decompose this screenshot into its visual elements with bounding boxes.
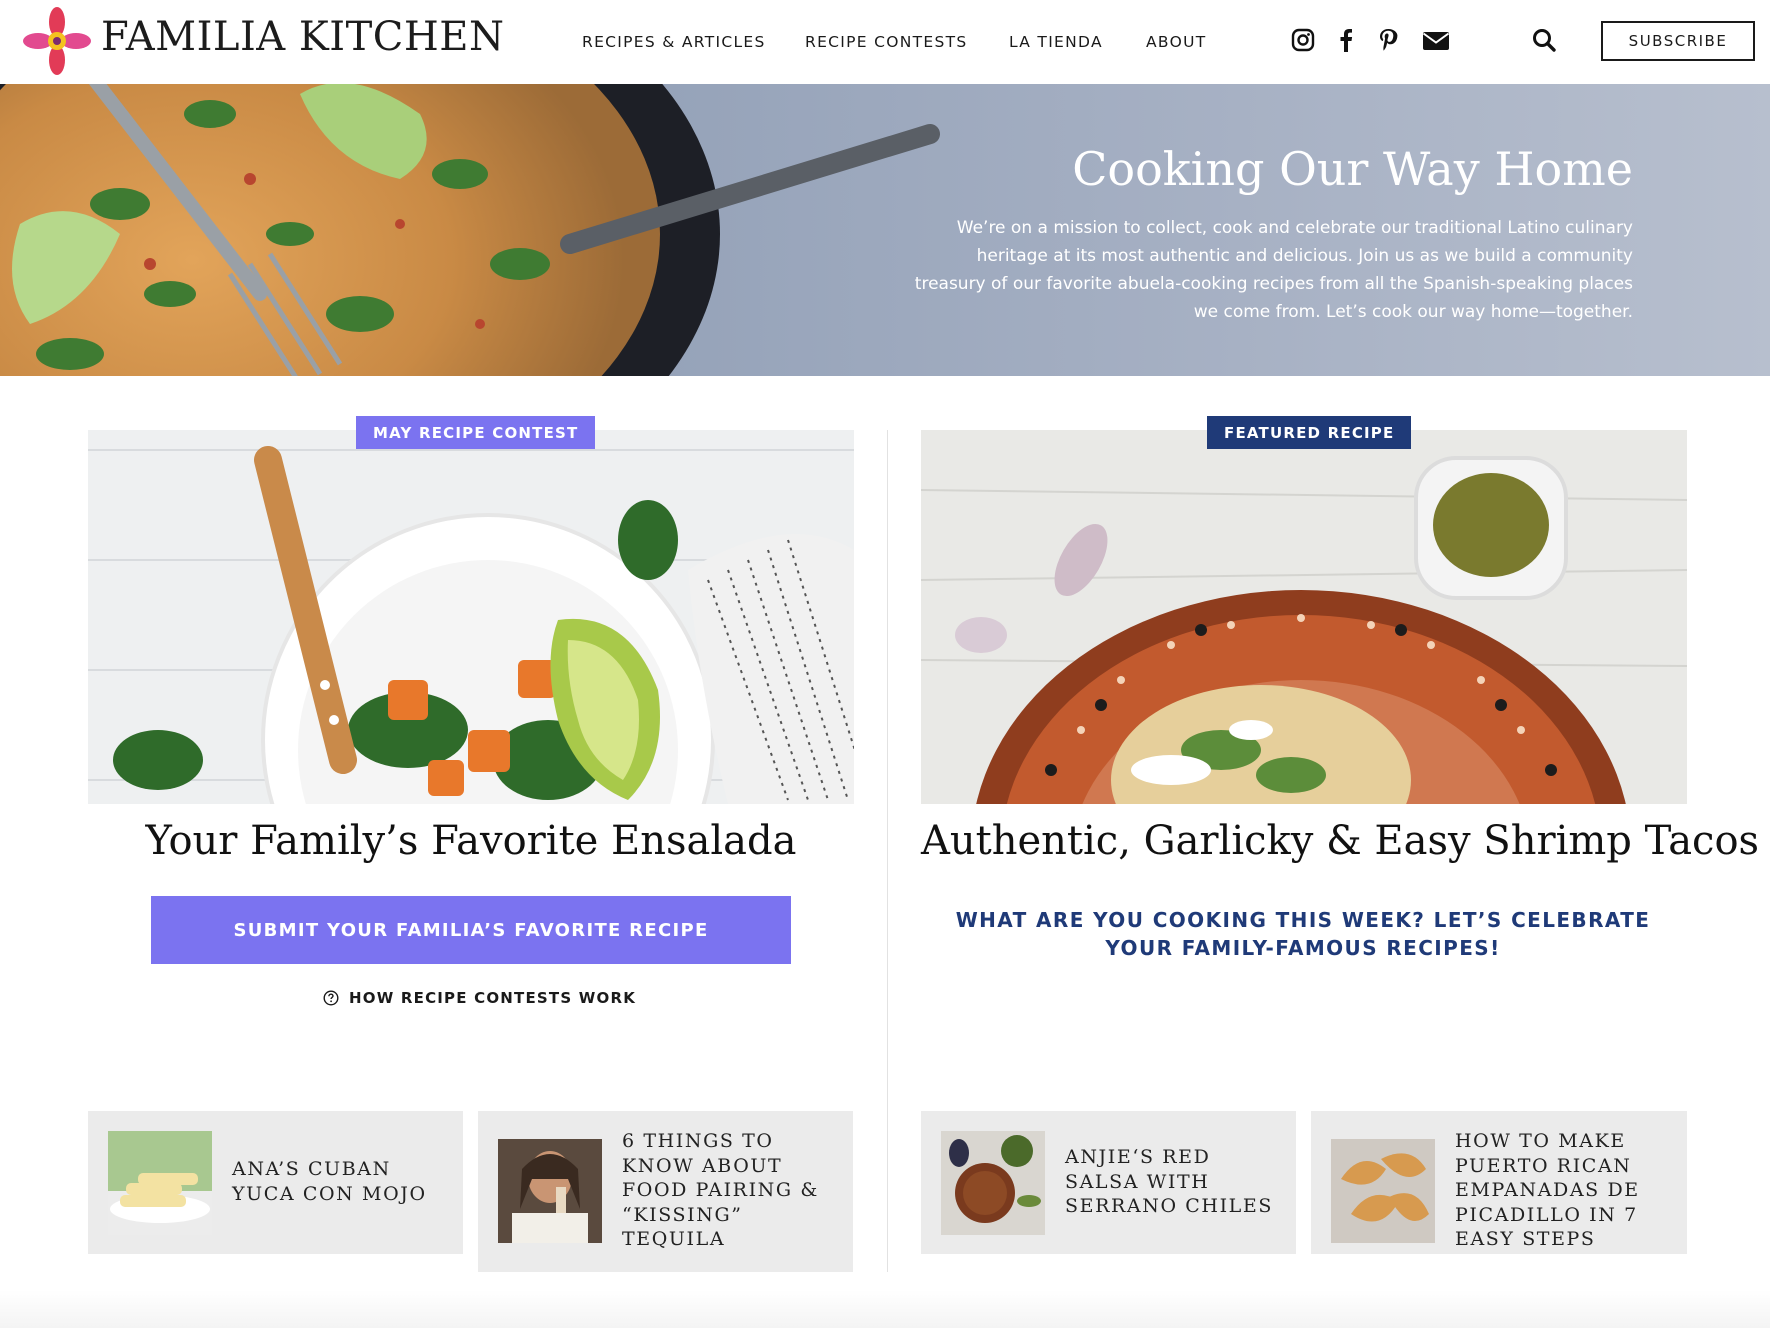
celebrate-message: WHAT ARE YOU COOKING THIS WEEK? LET’S CE… (955, 908, 1651, 960)
article-thumbnail (108, 1131, 212, 1235)
nav-about[interactable]: ABOUT (1146, 33, 1206, 51)
article-title: HOW TO MAKE PUERTO RICAN EMPANADAS DE PI… (1455, 1130, 1640, 1250)
contest-image[interactable] (88, 430, 854, 804)
featured-tag[interactable]: FEATURED RECIPE (1207, 416, 1412, 449)
flower-logo-icon[interactable] (20, 4, 94, 78)
article-title: 6 THINGS TO KNOW ABOUT FOOD PAIRING & “K… (622, 1130, 819, 1250)
pinterest-icon[interactable] (1374, 26, 1402, 54)
article-card-yuca[interactable]: ANA’S CUBAN YUCA CON MOJO (88, 1111, 463, 1254)
submit-recipe-button[interactable]: SUBMIT YOUR FAMILIA’S FAVORITE RECIPE (151, 896, 791, 964)
article-card-empanadas[interactable]: HOW TO MAKE PUERTO RICAN EMPANADAS DE PI… (1311, 1111, 1687, 1254)
site-header: FAMILIA KITCHEN RECIPES & ARTICLES RECIP… (0, 0, 1770, 84)
featured-image[interactable] (921, 430, 1687, 804)
contest-tag[interactable]: MAY RECIPE CONTEST (356, 416, 596, 449)
envelope-icon[interactable] (1420, 26, 1452, 54)
subscribe-button[interactable]: SUBSCRIBE (1601, 21, 1755, 61)
nav-recipes-articles[interactable]: RECIPES & ARTICLES (582, 33, 766, 51)
how-contests-work-label: HOW RECIPE CONTESTS WORK (349, 989, 637, 1007)
facebook-icon[interactable] (1332, 26, 1360, 54)
featured-title[interactable]: Authentic, Garlicky & Easy Shrimp Tacos (921, 818, 1759, 864)
search-icon[interactable] (1530, 26, 1558, 54)
page-bottom-edge (0, 1290, 1770, 1328)
article-title: ANJIE‘S RED SALSA WITH SERRANO CHILES (1065, 1146, 1273, 1217)
hero-description: We’re on a mission to collect, cook and … (914, 218, 1633, 322)
help-circle-icon (323, 990, 339, 1006)
contest-title[interactable]: Your Family’s Favorite Ensalada (88, 818, 854, 864)
column-divider (887, 430, 888, 1272)
hero-title: Cooking Our Way Home (1072, 142, 1633, 196)
how-contests-work-link[interactable]: HOW RECIPE CONTESTS WORK (323, 989, 636, 1007)
hero-banner: Cooking Our Way Home We’re on a mission … (0, 84, 1770, 376)
article-card-salsa[interactable]: ANJIE‘S RED SALSA WITH SERRANO CHILES (921, 1111, 1296, 1254)
nav-la-tienda[interactable]: LA TIENDA (1009, 33, 1103, 51)
nav-recipe-contests[interactable]: RECIPE CONTESTS (805, 33, 968, 51)
article-thumbnail (498, 1139, 602, 1243)
article-title: ANA’S CUBAN YUCA CON MOJO (232, 1158, 427, 1205)
brand-name[interactable]: FAMILIA KITCHEN (101, 14, 504, 60)
article-thumbnail (941, 1131, 1045, 1235)
article-thumbnail (1331, 1139, 1435, 1243)
article-card-tequila[interactable]: 6 THINGS TO KNOW ABOUT FOOD PAIRING & “K… (478, 1111, 853, 1272)
instagram-icon[interactable] (1289, 26, 1317, 54)
